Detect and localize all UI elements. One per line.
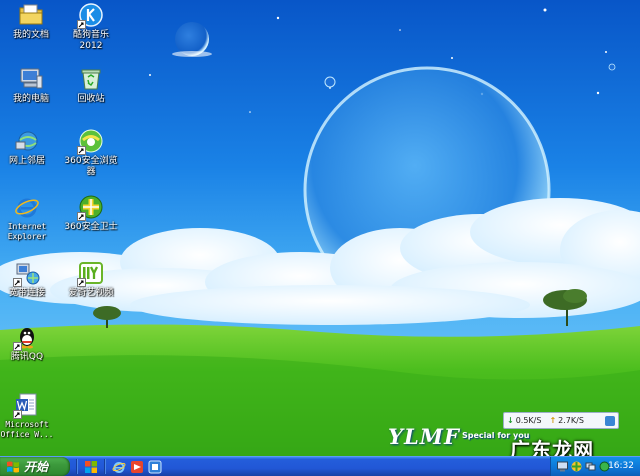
desktop-icon-label: Microsoft Office W... xyxy=(0,420,54,439)
desktop-icon-internet-explorer[interactable]: Internet Explorer xyxy=(0,194,58,242)
show-desktop-icon xyxy=(84,460,98,474)
my-computer-icon xyxy=(18,66,44,92)
desktop-icon-360-browser[interactable]: 360安全浏览 器 xyxy=(60,128,122,178)
360-safeguard-icon xyxy=(77,194,104,221)
quick-launch-app[interactable] xyxy=(148,460,162,474)
desktop-icon-label: 宽带连接 xyxy=(8,288,45,298)
tray-security[interactable] xyxy=(571,461,582,472)
desktop-icon-my-computer[interactable]: 我的电脑 xyxy=(0,66,62,105)
ie-quick-launch-icon xyxy=(112,460,126,474)
download-arrow-icon: ↓ xyxy=(507,416,514,425)
desktop-icon-my-documents[interactable]: 我的文档 xyxy=(0,2,62,41)
quick-launch-media[interactable] xyxy=(130,460,144,474)
word-icon xyxy=(13,392,40,419)
tray-monitor[interactable] xyxy=(557,461,568,472)
taskbar-separator xyxy=(104,459,106,474)
desktop-icon-label: 腾讯QQ xyxy=(10,352,44,362)
qq-icon xyxy=(13,324,40,351)
internet-explorer-icon xyxy=(14,194,40,220)
desktop-icon-recycle-bin[interactable]: 回收站 xyxy=(60,66,122,105)
windows-logo-icon xyxy=(6,460,20,474)
desktop-icon-label: Internet Explorer xyxy=(7,222,47,241)
quick-launch-show-desktop[interactable] xyxy=(84,460,98,474)
desktop-icon-label: 360安全卫士 xyxy=(64,222,118,232)
desktop-icon-360-safeguard[interactable]: 360安全卫士 xyxy=(60,194,122,233)
media-player-icon xyxy=(130,460,144,474)
tray-security-icon xyxy=(571,461,582,472)
network-monitor-icon xyxy=(605,415,615,426)
desktop-icon-label: 我的电脑 xyxy=(12,94,49,104)
360-browser-icon xyxy=(77,128,104,155)
shortcut-arrow-icon xyxy=(13,342,22,351)
desktop-icon-label: 爱奇艺视频 xyxy=(68,288,114,298)
desktop-icon-network-places[interactable]: 网上邻居 xyxy=(0,128,58,167)
shortcut-arrow-icon xyxy=(13,410,22,419)
start-label: 开始 xyxy=(24,460,49,474)
shortcut-arrow-icon xyxy=(77,146,86,155)
taskbar-clock[interactable]: 16:32 xyxy=(608,461,634,471)
desktop-icon-label: 酷狗音乐 2012 xyxy=(72,30,109,51)
app-quick-launch-icon xyxy=(148,460,162,474)
tray-network-icon xyxy=(585,461,596,472)
desktop-icon-label: 网上邻居 xyxy=(8,156,45,166)
shortcut-arrow-icon xyxy=(77,20,86,29)
taskbar-separator xyxy=(76,459,78,474)
shortcut-arrow-icon xyxy=(77,212,86,221)
desktop-icon-broadband-connection[interactable]: 宽带连接 xyxy=(0,260,58,299)
kugou-music-icon xyxy=(77,2,104,29)
desktop-icon-label: 360安全浏览 器 xyxy=(64,156,118,177)
upload-speed: 2.7K/S xyxy=(558,416,584,425)
desktop-icon-label: 我的文档 xyxy=(12,30,49,40)
recycle-bin-icon xyxy=(78,66,104,92)
taskbar: 开始 16:32 xyxy=(0,456,640,476)
download-speed: 0.5K/S xyxy=(515,416,542,425)
tray-network[interactable] xyxy=(585,461,596,472)
desktop-icon-label: 回收站 xyxy=(77,94,105,104)
upload-arrow-icon: ↑ xyxy=(549,416,557,425)
tray-monitor-icon xyxy=(557,461,568,472)
desktop-icon-iqiyi-video[interactable]: 爱奇艺视频 xyxy=(60,260,122,299)
ylmf-logo: YLMF xyxy=(388,424,460,449)
network-places-icon xyxy=(14,128,40,154)
desktop-icon-word[interactable]: Microsoft Office W... xyxy=(0,392,58,440)
shortcut-arrow-icon xyxy=(13,278,22,287)
iqiyi-video-icon xyxy=(77,260,104,287)
network-speed-monitor[interactable]: ↓ 0.5K/S ↑ 2.7K/S xyxy=(503,412,619,429)
quick-launch-ie[interactable] xyxy=(112,460,126,474)
desktop-icon-kugou-music[interactable]: 酷狗音乐 2012 xyxy=(60,2,122,52)
shortcut-arrow-icon xyxy=(77,278,86,287)
my-documents-icon xyxy=(18,2,44,28)
start-button[interactable]: 开始 xyxy=(0,457,70,476)
broadband-connection-icon xyxy=(13,260,40,287)
desktop-icon-qq[interactable]: 腾讯QQ xyxy=(0,324,58,363)
system-tray: 16:32 xyxy=(550,457,640,476)
